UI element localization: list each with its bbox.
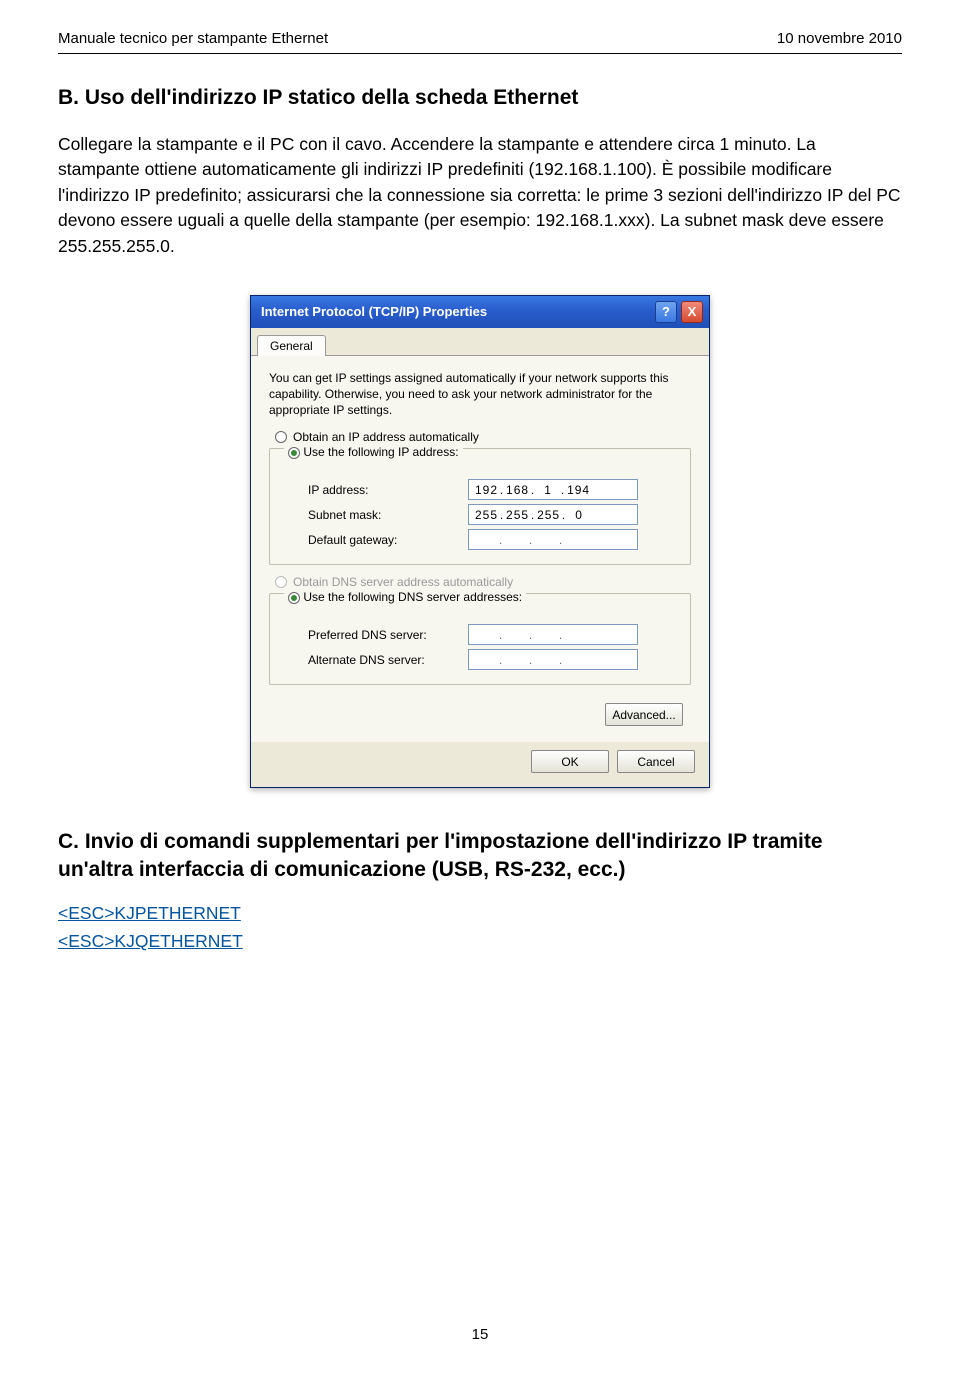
- tab-strip: General: [251, 328, 709, 356]
- cancel-button[interactable]: Cancel: [617, 750, 695, 773]
- help-button[interactable]: ?: [655, 301, 677, 323]
- section-b-body: Collegare la stampante e il PC con il ca…: [58, 132, 902, 259]
- radio-icon: [275, 431, 287, 443]
- tab-general[interactable]: General: [257, 335, 326, 356]
- label-ip-address: IP address:: [308, 483, 458, 497]
- dialog-title: Internet Protocol (TCP/IP) Properties: [261, 304, 487, 319]
- radio-label: Obtain DNS server address automatically: [293, 575, 513, 589]
- radio-label: Obtain an IP address automatically: [293, 430, 479, 444]
- label-default-gateway: Default gateway:: [308, 533, 458, 547]
- label-alternate-dns: Alternate DNS server:: [308, 653, 458, 667]
- section-b-heading: B. Uso dell'indirizzo IP statico della s…: [58, 86, 902, 110]
- radio-icon: [288, 447, 300, 459]
- ip-address-input[interactable]: 192. 168. 1. 194: [468, 479, 638, 500]
- dialog-screenshot: Internet Protocol (TCP/IP) Properties ? …: [58, 295, 902, 789]
- header-rule: [58, 53, 902, 54]
- dialog-intro: You can get IP settings assigned automat…: [269, 370, 691, 419]
- alternate-dns-input[interactable]: . . .: [468, 649, 638, 670]
- ok-button[interactable]: OK: [531, 750, 609, 773]
- radio-obtain-ip-auto[interactable]: Obtain an IP address automatically: [275, 430, 691, 444]
- doc-title: Manuale tecnico per stampante Ethernet: [58, 30, 328, 47]
- close-button[interactable]: X: [681, 301, 703, 323]
- radio-use-ip[interactable]: Use the following IP address:: [284, 445, 463, 459]
- section-c-heading: C. Invio di comandi supplementari per l'…: [58, 828, 902, 883]
- radio-obtain-dns-auto: Obtain DNS server address automatically: [275, 575, 691, 589]
- radio-label: Use the following IP address:: [303, 445, 458, 459]
- advanced-button[interactable]: Advanced...: [605, 703, 683, 726]
- default-gateway-input[interactable]: . . .: [468, 529, 638, 550]
- radio-icon: [275, 576, 287, 588]
- dns-fieldset: Use the following DNS server addresses: …: [269, 593, 691, 685]
- tcpip-properties-dialog: Internet Protocol (TCP/IP) Properties ? …: [250, 295, 710, 789]
- label-preferred-dns: Preferred DNS server:: [308, 628, 458, 642]
- dialog-titlebar: Internet Protocol (TCP/IP) Properties ? …: [251, 296, 709, 328]
- ip-fieldset: Use the following IP address: IP address…: [269, 448, 691, 565]
- dialog-button-row: OK Cancel: [251, 742, 709, 787]
- preferred-dns-input[interactable]: . . .: [468, 624, 638, 645]
- esc-command-1: <ESC>KJPETHERNET: [58, 899, 902, 927]
- label-subnet-mask: Subnet mask:: [308, 508, 458, 522]
- page-number: 15: [0, 1326, 960, 1343]
- esc-command-2: <ESC>KJQETHERNET: [58, 927, 902, 955]
- radio-icon: [288, 592, 300, 604]
- subnet-mask-input[interactable]: 255. 255. 255. 0: [468, 504, 638, 525]
- doc-date: 10 novembre 2010: [777, 30, 902, 47]
- radio-use-dns[interactable]: Use the following DNS server addresses:: [284, 590, 526, 604]
- radio-label: Use the following DNS server addresses:: [303, 590, 522, 604]
